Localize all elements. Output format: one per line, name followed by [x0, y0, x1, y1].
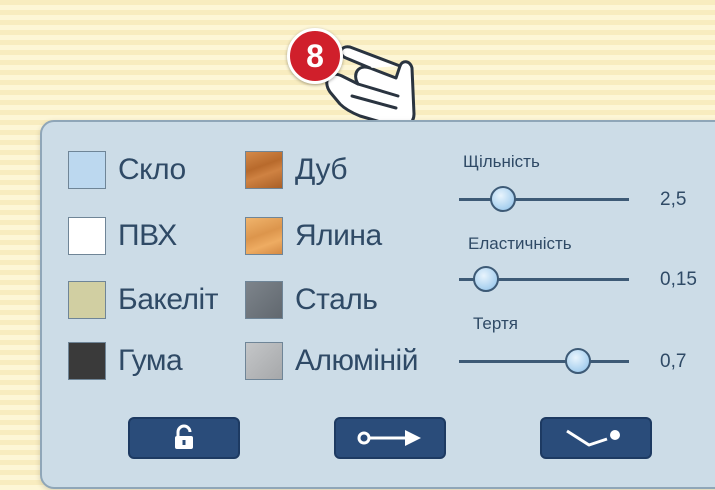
material-label: Сталь: [295, 283, 378, 316]
density-track[interactable]: [459, 198, 629, 201]
material-option-spruce[interactable]: Ялина: [245, 215, 382, 257]
lock-button[interactable]: [128, 417, 240, 459]
material-settings-panel: Скло ПВХ Бакеліт Гума Дуб Ялина Сталь Ал…: [40, 120, 715, 489]
pvc-swatch: [68, 217, 106, 255]
material-label: Ялина: [295, 219, 382, 252]
material-label: Скло: [118, 153, 186, 186]
material-option-oak[interactable]: Дуб: [245, 149, 348, 191]
material-label: Гума: [118, 344, 183, 377]
material-option-bakelite[interactable]: Бакеліт: [68, 279, 218, 321]
steel-swatch: [245, 281, 283, 319]
friction-title: Тертя: [473, 314, 518, 333]
rubber-swatch: [68, 342, 106, 380]
hinge-button[interactable]: [540, 417, 652, 459]
hinge-icon: [566, 429, 620, 447]
arrow-right-icon: [357, 430, 421, 446]
elasticity-knob[interactable]: [473, 266, 499, 292]
friction-knob[interactable]: [565, 348, 591, 374]
friction-track[interactable]: [459, 360, 629, 363]
bakelite-swatch: [68, 281, 106, 319]
oak-swatch: [245, 151, 283, 189]
spruce-swatch: [245, 217, 283, 255]
glass-swatch: [68, 151, 106, 189]
elasticity-value: 0,15: [660, 269, 697, 290]
friction-value: 0,7: [660, 351, 687, 372]
lock-icon: [175, 424, 193, 449]
material-option-glass[interactable]: Скло: [68, 149, 186, 191]
material-option-pvc[interactable]: ПВХ: [68, 215, 177, 257]
step-number-badge: 8: [287, 28, 343, 84]
aluminium-swatch: [245, 342, 283, 380]
density-value: 2,5: [660, 189, 687, 210]
material-label: Алюміній: [295, 344, 418, 377]
density-knob[interactable]: [490, 186, 516, 212]
material-label: Дуб: [295, 153, 348, 186]
material-option-aluminium[interactable]: Алюміній: [245, 340, 418, 382]
density-title: Щільність: [463, 152, 540, 171]
elasticity-title: Еластичність: [468, 234, 572, 253]
attach-button[interactable]: [334, 417, 446, 459]
material-option-steel[interactable]: Сталь: [245, 279, 378, 321]
material-label: Бакеліт: [118, 283, 218, 316]
material-option-rubber[interactable]: Гума: [68, 340, 183, 382]
material-label: ПВХ: [118, 219, 177, 252]
